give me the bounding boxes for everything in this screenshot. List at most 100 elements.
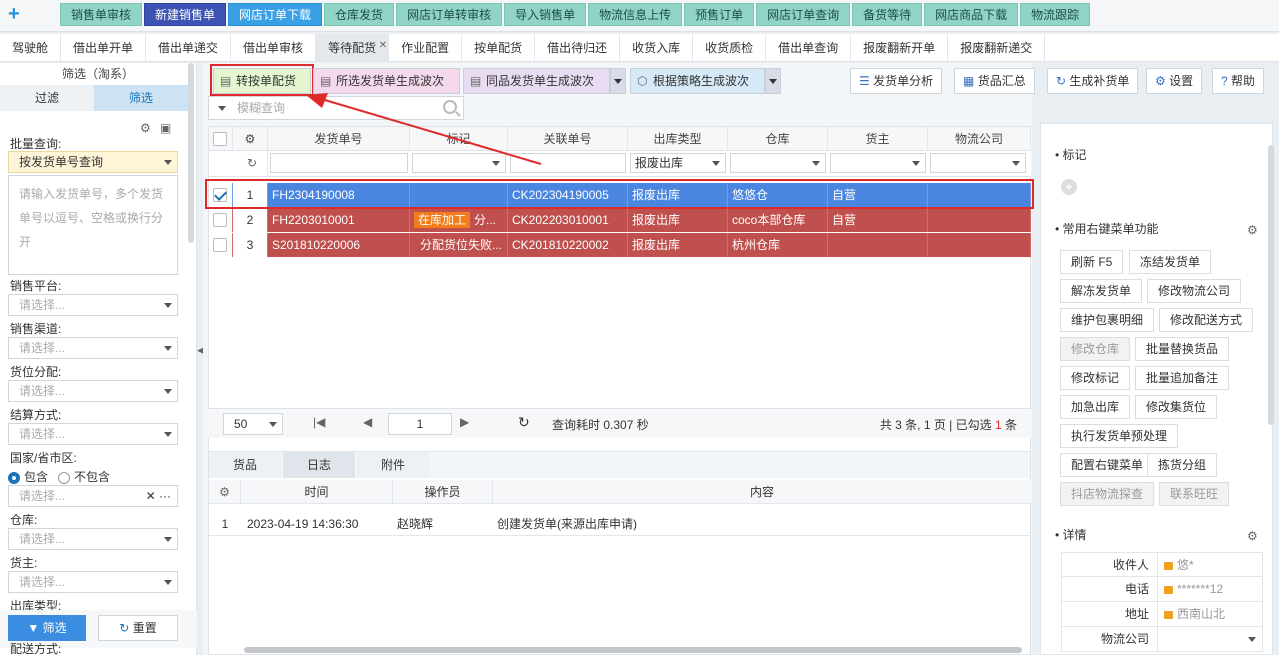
tab-filter[interactable]: 过滤 [0, 85, 94, 111]
config-menu-button[interactable]: 配置右键菜单 [1060, 453, 1155, 477]
tab-log[interactable]: 日志 [283, 452, 355, 478]
menu-new-sales[interactable]: 新建销售单 [144, 3, 227, 26]
platform-select[interactable]: 请选择... [8, 294, 178, 316]
filter-button[interactable]: ▼ 筛选 [8, 615, 86, 641]
batch-input[interactable]: 请输入发货单号，多个发货单号以逗号、空格或换行分开 [8, 175, 178, 275]
tab-lend-open[interactable]: 借出单开单 [61, 34, 147, 62]
menu-warehouse-ship[interactable]: 仓库发货 [324, 3, 395, 26]
slot-select[interactable]: 请选择... [8, 380, 178, 402]
filter-warehouse[interactable] [730, 153, 826, 173]
radio-include[interactable]: 包含 [8, 468, 48, 485]
douyin-probe-button[interactable]: 抖店物流探查 [1060, 482, 1155, 506]
menu-online-query[interactable]: 网店订单查询 [756, 3, 851, 26]
reset-button[interactable]: ↻ 重置 [98, 615, 178, 641]
left-scrollbar[interactable] [188, 63, 194, 243]
row-checkbox[interactable] [213, 213, 227, 227]
tab-scrap-open[interactable]: 报废翻新开单 [851, 34, 949, 62]
save-icon[interactable]: ▣ [160, 121, 171, 135]
refresh-button[interactable]: 刷新 F5 [1060, 250, 1124, 274]
edit-delivery-button[interactable]: 修改配送方式 [1159, 308, 1254, 332]
log-hscrollbar[interactable] [244, 647, 1022, 653]
settings-icon[interactable]: ⚙ [140, 121, 151, 135]
menu-stock-wait[interactable]: 备货等待 [852, 3, 923, 26]
clear-more-icon[interactable]: ✕ ··· [146, 486, 171, 506]
menu-sales-audit[interactable]: 销售单审核 [60, 3, 143, 26]
table-row[interactable]: 3 S201810220006 分配货位失败... CK201810220002… [209, 233, 1031, 257]
tab-goods[interactable]: 货品 [209, 452, 281, 478]
log-row[interactable]: 1 2023-04-19 14:36:30 赵晓辉 创建发货单(来源出库申请) [209, 512, 1031, 536]
owner-select[interactable]: 请选择... [8, 571, 178, 593]
tab-job-config[interactable]: 作业配置 [389, 34, 463, 62]
summary-button[interactable]: ▦ 货品汇总 [954, 68, 1035, 94]
gear-icon[interactable]: ⚙ [209, 480, 241, 504]
col-outtype[interactable]: 出库类型 [628, 127, 728, 150]
page-size-select[interactable]: 50 [223, 413, 283, 435]
contact-wangwang-button[interactable]: 联系旺旺 [1159, 482, 1230, 506]
gear-icon[interactable]: ⚙ [233, 127, 268, 150]
gear-icon[interactable]: ⚙ [1247, 529, 1258, 543]
select-all[interactable] [209, 127, 233, 150]
close-icon[interactable]: ✕ [379, 32, 387, 60]
settings-button[interactable]: ⚙ 设置 [1146, 68, 1203, 94]
menu-presale[interactable]: 预售订单 [684, 3, 755, 26]
edit-slot-button[interactable]: 修改集货位 [1135, 395, 1218, 419]
refresh-icon[interactable]: ↻ [233, 151, 268, 176]
gen-strategy-button[interactable]: ⬡ 根据策略生成波次 [630, 68, 765, 94]
batch-select[interactable]: 按发货单号查询 [8, 151, 178, 173]
warehouse-select[interactable]: 请选择... [8, 528, 178, 550]
pick-group-button[interactable]: 拣货分组 [1147, 453, 1218, 477]
col-warehouse[interactable]: 仓库 [728, 127, 828, 150]
add-mark-icon[interactable]: + [1061, 179, 1077, 195]
menu-online-to-audit[interactable]: 网店订单转审核 [396, 3, 503, 26]
tab-screen[interactable]: 筛选 [94, 85, 188, 111]
preprocess-button[interactable]: 执行发货单预处理 [1060, 424, 1179, 448]
menu-logistics-track[interactable]: 物流跟踪 [1020, 3, 1091, 26]
add-icon[interactable]: + [8, 4, 26, 24]
tab-order-picking[interactable]: 按单配货 [462, 34, 536, 62]
urgent-button[interactable]: 加急出库 [1060, 395, 1131, 419]
analysis-button[interactable]: ☰ 发货单分析 [850, 68, 943, 94]
menu-import-sales[interactable]: 导入销售单 [504, 3, 587, 26]
gen-same-dropdown[interactable] [610, 68, 626, 94]
tab-lend-audit[interactable]: 借出单审核 [231, 34, 317, 62]
tab-qc[interactable]: 收货质检 [693, 34, 767, 62]
tab-receive[interactable]: 收货入库 [620, 34, 694, 62]
tab-scrap-submit[interactable]: 报废翻新递交 [948, 34, 1046, 62]
replenish-button[interactable]: ↻ 生成补货单 [1047, 68, 1139, 94]
unfreeze-button[interactable]: 解冻发货单 [1060, 279, 1143, 303]
tab-cockpit[interactable]: 驾驶舱 [0, 34, 62, 62]
prev-page-icon[interactable]: ◀ [363, 415, 372, 429]
radio-exclude[interactable]: 不包含 [58, 468, 110, 485]
replace-goods-button[interactable]: 批量替换货品 [1135, 337, 1230, 361]
menu-goods-download[interactable]: 网店商品下载 [924, 3, 1019, 26]
col-owner[interactable]: 货主 [828, 127, 928, 150]
next-page-icon[interactable]: ▶ [460, 415, 469, 429]
package-button[interactable]: 维护包裹明细 [1060, 308, 1155, 332]
tab-lend-query[interactable]: 借出单查询 [766, 34, 852, 62]
tab-lend-submit[interactable]: 借出单递交 [146, 34, 232, 62]
settle-select[interactable]: 请选择... [8, 423, 178, 445]
filter-logistics[interactable] [930, 153, 1026, 173]
filter-outtype[interactable]: 报废出库 [630, 153, 726, 173]
first-page-icon[interactable]: |◀ [313, 415, 325, 429]
col-logistics[interactable]: 物流公司 [928, 127, 1031, 150]
region-select[interactable]: 请选择... ✕ ··· [8, 485, 178, 507]
edit-logistics-button[interactable]: 修改物流公司 [1147, 279, 1242, 303]
gen-strategy-dropdown[interactable] [765, 68, 781, 94]
filter-owner[interactable] [830, 153, 926, 173]
table-row[interactable]: 2 FH2203010001 在库加工 分... CK202203010001 报… [209, 208, 1031, 232]
gear-icon[interactable]: ⚙ [1247, 223, 1258, 237]
row-checkbox[interactable] [213, 238, 227, 252]
tab-wait-picking[interactable]: 等待配货 ✕ [316, 32, 390, 62]
menu-online-download[interactable]: 网店订单下载 [228, 3, 323, 26]
freeze-button[interactable]: 冻结发货单 [1129, 250, 1212, 274]
tab-attachment[interactable]: 附件 [357, 452, 429, 478]
refresh-icon[interactable]: ↻ [518, 414, 530, 431]
append-note-button[interactable]: 批量追加备注 [1135, 366, 1230, 390]
page-input[interactable]: 1 [388, 413, 452, 435]
menu-logistics-upload[interactable]: 物流信息上传 [588, 3, 683, 26]
edit-mark-button[interactable]: 修改标记 [1060, 366, 1131, 390]
channel-select[interactable]: 请选择... [8, 337, 178, 359]
tab-lend-return[interactable]: 借出待归还 [535, 34, 621, 62]
right-scrollbar[interactable] [1268, 145, 1274, 425]
